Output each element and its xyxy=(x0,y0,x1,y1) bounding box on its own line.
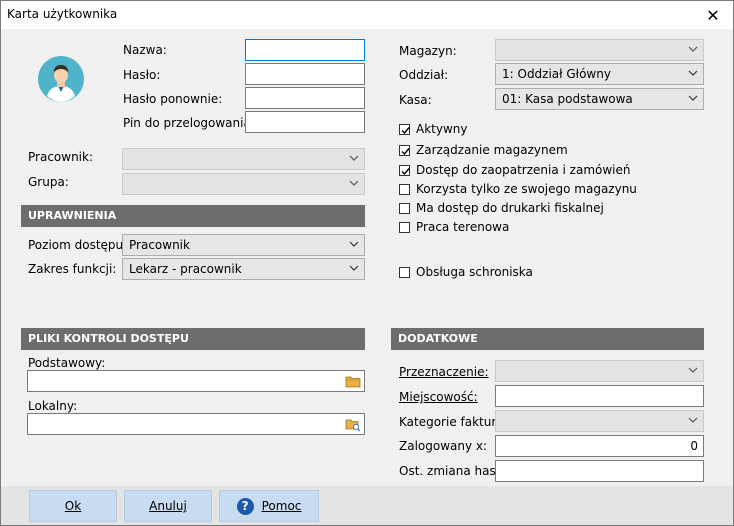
chevron-down-icon xyxy=(688,46,698,52)
ok-button-label: Ok xyxy=(64,499,82,513)
dodatkowe-header: DODATKOWE xyxy=(391,328,704,350)
title-bar: Karta użytkownika ✕ xyxy=(1,1,733,29)
checkbox-label: Aktywny xyxy=(416,122,468,136)
chevron-down-icon xyxy=(688,367,698,373)
poziom-dostepu-label: Poziom dostępu: xyxy=(28,238,128,252)
obsluga-schroniska-checkbox[interactable]: Obsługa schroniska xyxy=(399,265,533,279)
anuluj-button-label: Anuluj xyxy=(149,499,187,513)
przeznaczenie-select[interactable] xyxy=(495,360,704,382)
checkbox-label: Zarządzanie magazynem xyxy=(416,143,568,157)
drukarka-fiskalna-checkbox[interactable]: Ma dostęp do drukarki fiskalnej xyxy=(399,201,604,215)
help-icon: ? xyxy=(236,497,254,515)
lokalny-input[interactable] xyxy=(27,413,365,435)
chevron-down-icon xyxy=(349,265,359,271)
zakres-funkcji-label: Zakres funkcji: xyxy=(28,262,117,276)
oddzial-select[interactable]: 1: Oddział Główny xyxy=(495,63,704,85)
chevron-down-icon xyxy=(688,417,698,423)
zarzadzanie-magazynem-checkbox[interactable]: Zarządzanie magazynem xyxy=(399,143,568,157)
pomoc-button-label: Pomoc xyxy=(261,499,302,513)
haslo-ponownie-label: Hasło ponownie: xyxy=(123,92,223,106)
chevron-down-icon xyxy=(349,155,359,161)
checkbox-box[interactable] xyxy=(399,202,410,214)
checkbox-box[interactable] xyxy=(399,144,410,156)
checkbox-label: Korzysta tylko ze swojego magazynu xyxy=(416,182,637,196)
lokalny-label: Lokalny: xyxy=(28,399,78,413)
zakres-funkcji-value: Lekarz - pracownik xyxy=(129,262,242,276)
checkbox-box[interactable] xyxy=(399,183,410,195)
poziom-dostepu-value: Pracownik xyxy=(129,238,190,252)
poziom-dostepu-select[interactable]: Pracownik xyxy=(122,234,365,256)
magazyn-label: Magazyn: xyxy=(399,44,457,58)
grupa-select[interactable] xyxy=(122,173,365,195)
folder-icon[interactable] xyxy=(345,374,361,388)
oddzial-value: 1: Oddział Główny xyxy=(502,67,611,81)
ost-zmiana-hasla-label: Ost. zmiana hasła: xyxy=(399,464,511,478)
checkbox-label: Obsługa schroniska xyxy=(416,265,533,279)
folder-search-icon[interactable] xyxy=(345,417,361,432)
uprawnienia-header: UPRAWNIENIA xyxy=(21,205,365,227)
window-title: Karta użytkownika xyxy=(7,7,118,21)
aktywny-checkbox[interactable]: Aktywny xyxy=(399,122,468,136)
checkbox-box[interactable] xyxy=(399,123,410,135)
dostep-zaopatrzenia-checkbox[interactable]: Dostęp do zaopatrzenia i zamówień xyxy=(399,163,631,177)
checkbox-label: Dostęp do zaopatrzenia i zamówień xyxy=(416,163,631,177)
pin-label: Pin do przelogowania: xyxy=(123,116,255,130)
kasa-label: Kasa: xyxy=(399,93,432,107)
anuluj-button[interactable]: Anuluj xyxy=(124,490,212,522)
chevron-down-icon xyxy=(349,180,359,186)
kasa-select[interactable]: 01: Kasa podstawowa xyxy=(495,88,704,110)
ost-zmiana-hasla-input[interactable] xyxy=(495,460,704,482)
nazwa-input[interactable] xyxy=(245,39,365,61)
magazyn-select[interactable] xyxy=(495,39,704,61)
user-avatar-icon xyxy=(38,56,84,102)
checkbox-box[interactable] xyxy=(399,164,410,176)
podstawowy-input[interactable] xyxy=(27,370,365,392)
close-button[interactable]: ✕ xyxy=(693,1,733,29)
kategorie-faktur-label: Kategorie faktur: xyxy=(399,415,501,429)
grupa-label: Grupa: xyxy=(28,175,69,189)
pin-input[interactable] xyxy=(245,111,365,133)
chevron-down-icon xyxy=(688,95,698,101)
close-icon: ✕ xyxy=(706,5,720,25)
haslo-ponownie-input[interactable] xyxy=(245,87,365,109)
chevron-down-icon xyxy=(688,70,698,76)
checkmark-icon xyxy=(401,147,410,155)
nazwa-label: Nazwa: xyxy=(123,43,167,57)
chevron-down-icon xyxy=(349,241,359,247)
pracownik-label: Pracownik: xyxy=(28,150,93,164)
zalogowany-input[interactable]: 0 xyxy=(495,435,704,457)
podstawowy-label: Podstawowy: xyxy=(28,356,106,370)
zalogowany-label: Zalogowany x: xyxy=(399,439,488,453)
oddzial-label: Oddział: xyxy=(399,68,449,82)
checkbox-label: Ma dostęp do drukarki fiskalnej xyxy=(416,201,604,215)
checkbox-box[interactable] xyxy=(399,221,410,233)
miejscowosc-label: Miejscowość: xyxy=(399,390,478,404)
zakres-funkcji-select[interactable]: Lekarz - pracownik xyxy=(122,258,365,280)
pracownik-select[interactable] xyxy=(122,148,365,170)
haslo-label: Hasło: xyxy=(123,68,161,82)
kategorie-faktur-select[interactable] xyxy=(495,410,704,432)
miejscowosc-input[interactable] xyxy=(495,385,704,407)
kasa-value: 01: Kasa podstawowa xyxy=(502,92,633,106)
haslo-input[interactable] xyxy=(245,63,365,85)
przeznaczenie-label: Przeznaczenie: xyxy=(399,365,489,379)
swojego-magazynu-checkbox[interactable]: Korzysta tylko ze swojego magazynu xyxy=(399,182,637,196)
dialog-window: Karta użytkownika ✕ Nazwa: Hasło: Hasło … xyxy=(0,0,734,526)
checkbox-label: Praca terenowa xyxy=(416,220,510,234)
ok-button[interactable]: Ok xyxy=(29,490,117,522)
pomoc-button[interactable]: ? Pomoc xyxy=(219,490,319,522)
checkmark-icon xyxy=(401,167,410,175)
pliki-kontroli-header: PLIKI KONTROLI DOSTĘPU xyxy=(21,328,365,350)
praca-terenowa-checkbox[interactable]: Praca terenowa xyxy=(399,220,509,234)
checkbox-box[interactable] xyxy=(399,266,410,278)
checkmark-icon xyxy=(401,126,410,134)
